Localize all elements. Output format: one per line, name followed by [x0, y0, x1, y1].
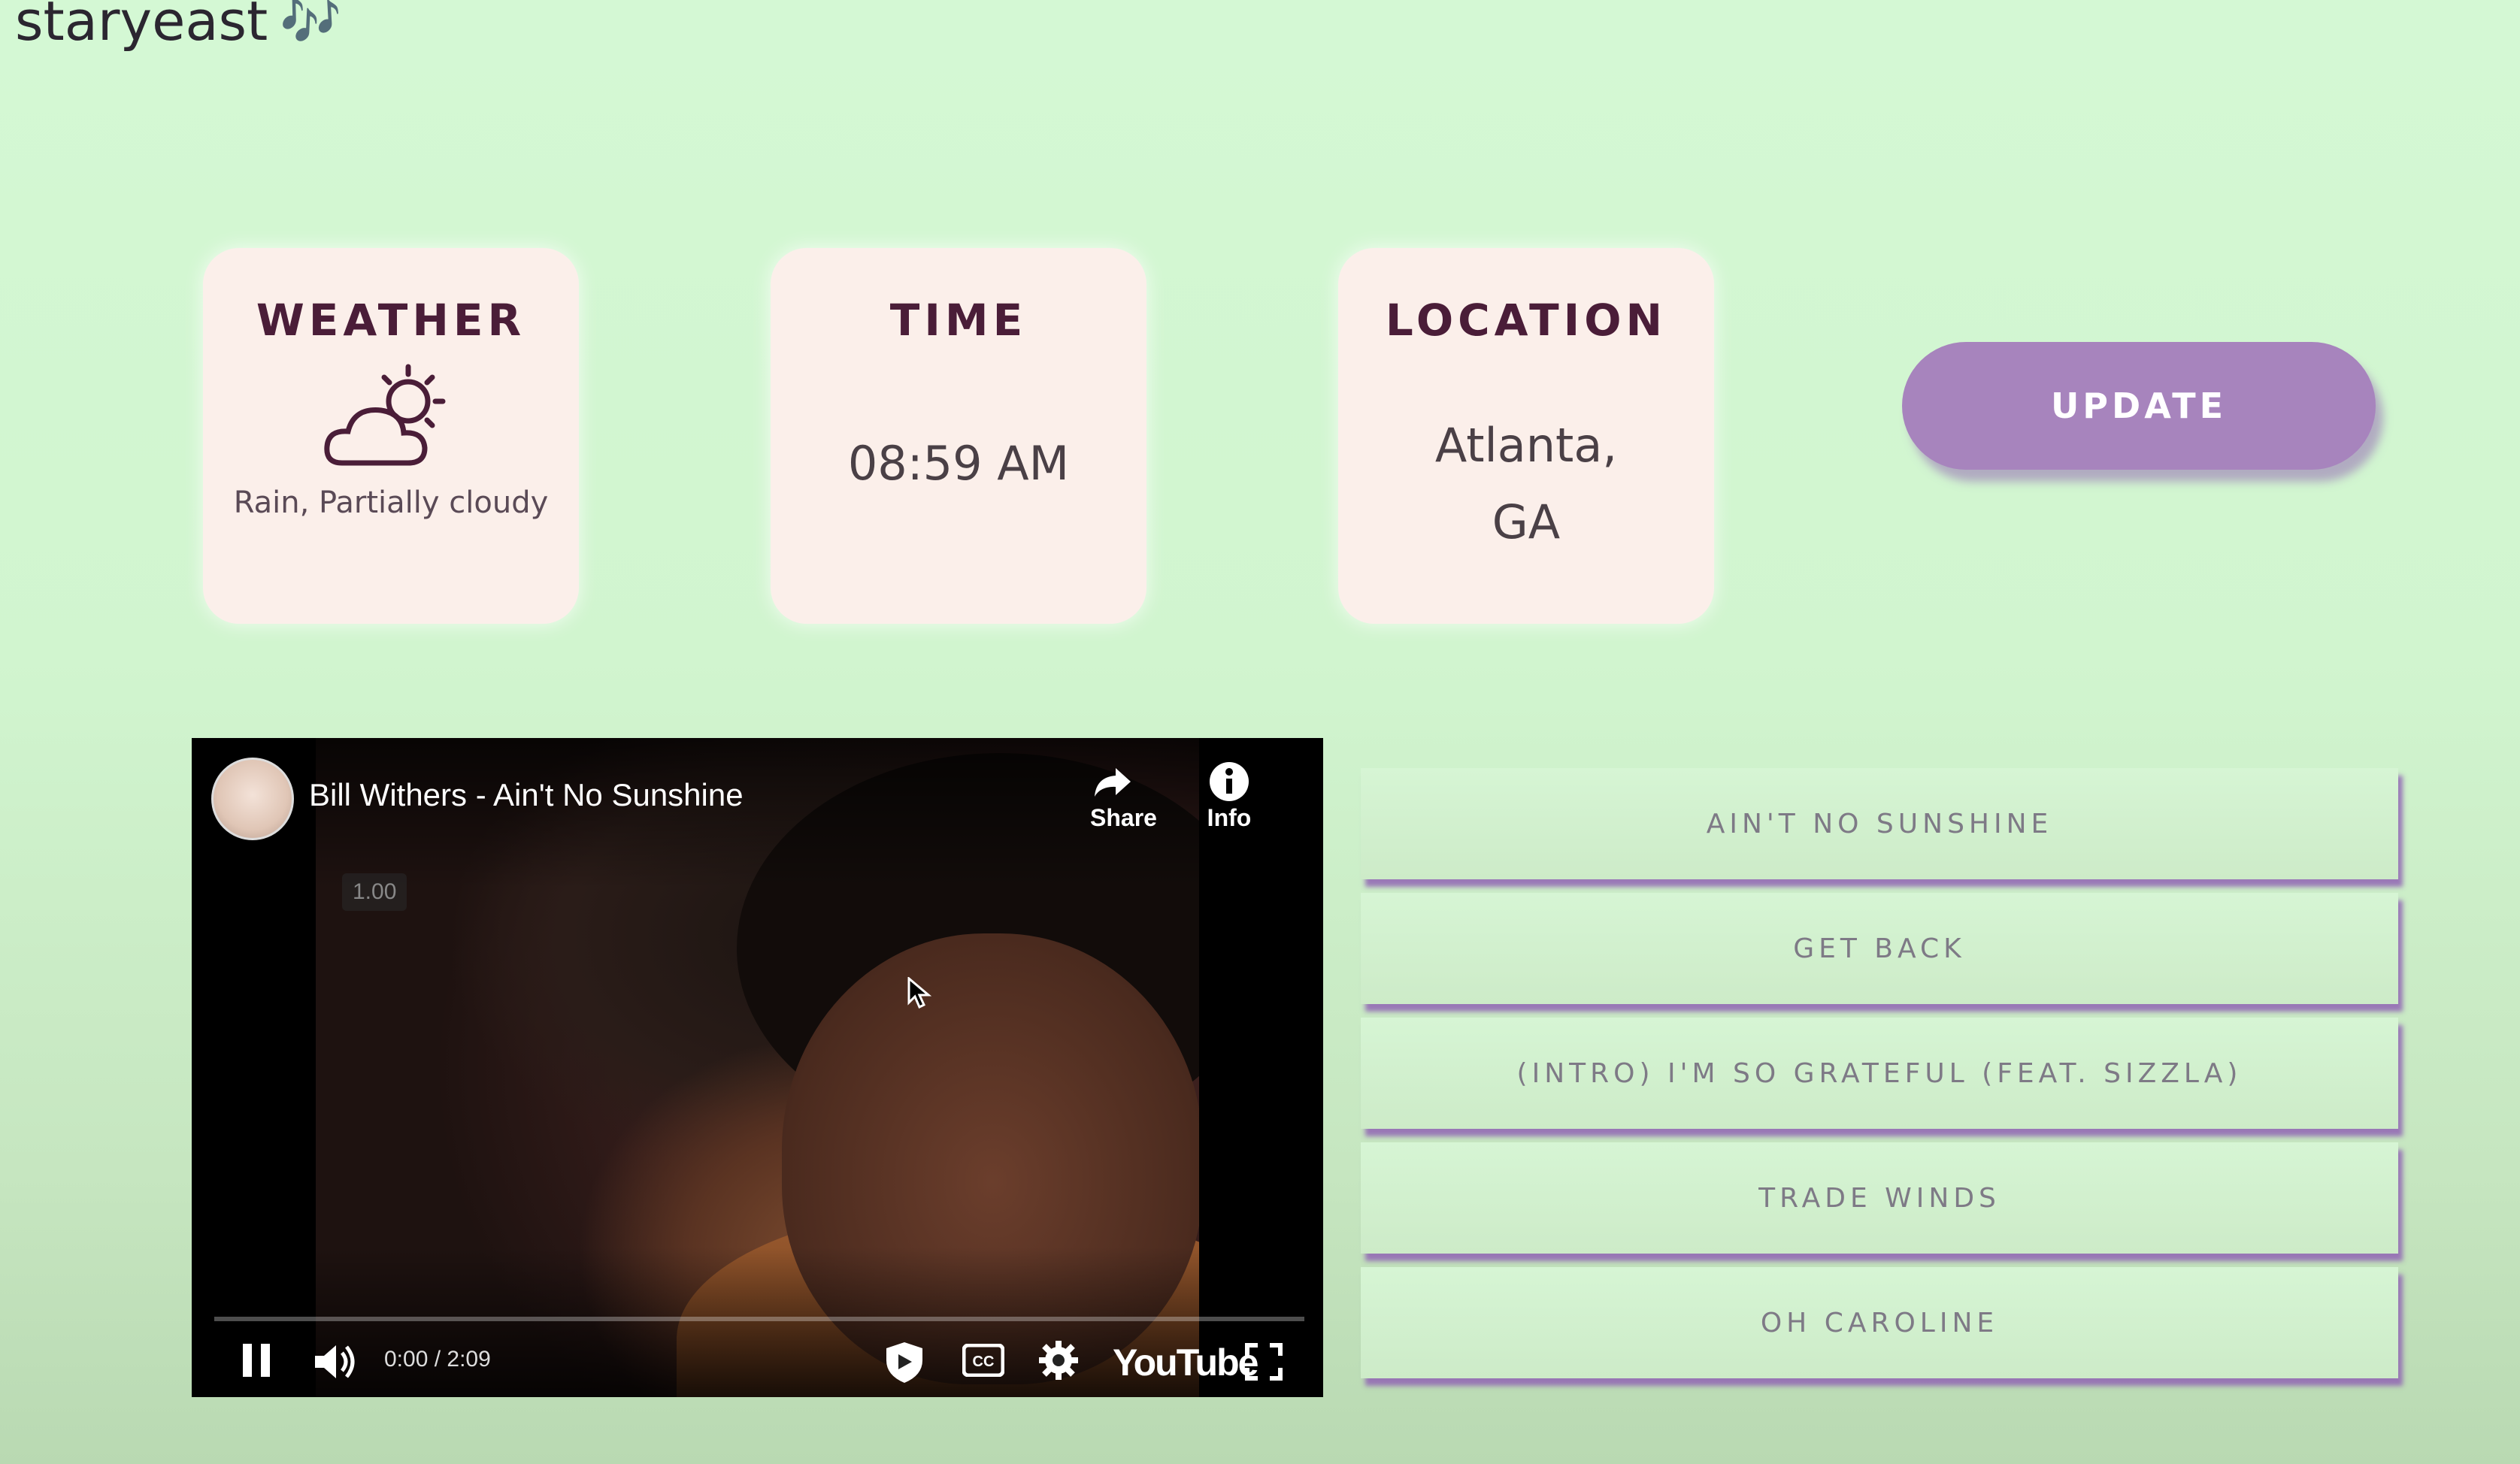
gear-icon: [1039, 1341, 1078, 1380]
time-heading: TIME: [889, 295, 1028, 346]
info-icon: [1210, 762, 1249, 801]
time-value: 08:59 AM: [847, 436, 1070, 491]
mouse-cursor-icon: [907, 977, 931, 1009]
playlist-item[interactable]: (INTRO) I'M SO GRATEFUL (FEAT. SIZZLA): [1361, 1018, 2398, 1129]
update-button[interactable]: UPDATE: [1902, 342, 2376, 470]
volume-button[interactable]: [312, 1341, 360, 1387]
location-state: GA: [1492, 495, 1561, 549]
youtube-logo[interactable]: YouTube: [1113, 1341, 1258, 1384]
location-card: LOCATION Atlanta, GA: [1338, 248, 1714, 624]
fullscreen-button[interactable]: [1244, 1342, 1283, 1385]
fullscreen-icon: [1245, 1343, 1283, 1381]
captions-button[interactable]: CC: [962, 1343, 1005, 1381]
location-city: Atlanta,: [1434, 418, 1618, 473]
music-note-icon: 🎶: [280, 0, 342, 50]
app-brand: staryeast 🎶: [15, 0, 341, 53]
location-heading: LOCATION: [1385, 295, 1667, 346]
closed-captions-icon: CC: [962, 1343, 1005, 1378]
player-controls: 0:00 / 2:09 CC YouTube: [192, 1332, 1323, 1392]
pause-button[interactable]: [238, 1339, 276, 1385]
app-name: staryeast: [15, 0, 268, 53]
weather-heading: WEATHER: [256, 295, 526, 346]
svg-text:CC: CC: [973, 1354, 995, 1370]
weather-description: Rain, Partially cloudy: [233, 485, 549, 520]
share-button[interactable]: Share: [1090, 759, 1157, 832]
info-label: Info: [1207, 804, 1252, 831]
playlist: AIN'T NO SUNSHINE GET BACK (INTRO) I'M S…: [1361, 768, 2398, 1392]
partly-cloudy-icon: [324, 364, 446, 466]
shield-button[interactable]: [883, 1339, 925, 1388]
info-button[interactable]: Info: [1207, 759, 1252, 832]
playlist-item[interactable]: TRADE WINDS: [1361, 1142, 2398, 1254]
share-label: Share: [1090, 804, 1157, 831]
volume-icon: [315, 1345, 355, 1378]
time-display: 0:00 / 2:09: [384, 1347, 491, 1372]
playlist-item[interactable]: OH CAROLINE: [1361, 1267, 2398, 1378]
speed-badge: 1.00: [342, 873, 407, 911]
location-value: Atlanta, GA: [1435, 407, 1617, 561]
pause-icon: [243, 1344, 270, 1377]
playlist-item[interactable]: AIN'T NO SUNSHINE: [1361, 768, 2398, 879]
video-title[interactable]: Bill Withers - Ain't No Sunshine: [309, 777, 744, 813]
weather-card: WEATHER Rain, Partially cloudy: [203, 248, 579, 624]
time-card: TIME 08:59 AM: [771, 248, 1146, 624]
progress-bar[interactable]: [214, 1317, 1304, 1321]
video-player[interactable]: Bill Withers - Ain't No Sunshine Share I…: [192, 738, 1323, 1397]
channel-avatar[interactable]: [211, 758, 294, 840]
share-icon: [1095, 768, 1131, 797]
shield-icon: [886, 1342, 922, 1383]
settings-button[interactable]: [1037, 1339, 1080, 1385]
playlist-item[interactable]: GET BACK: [1361, 893, 2398, 1004]
